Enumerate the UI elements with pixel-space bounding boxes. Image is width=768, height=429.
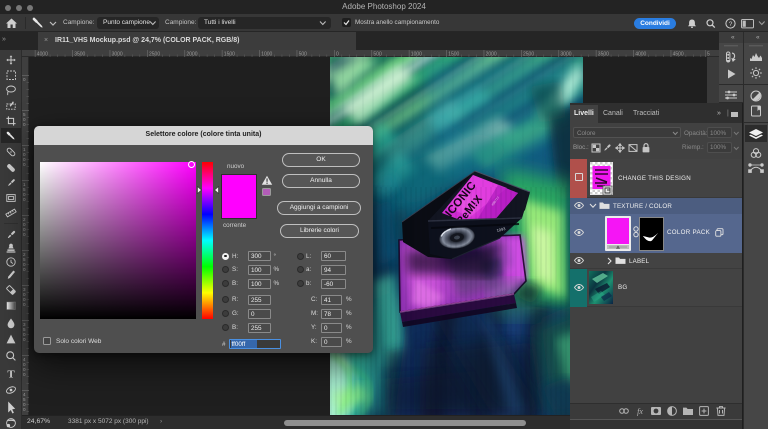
svg-text:?: ? — [729, 21, 733, 28]
svg-text:0: 0 — [23, 407, 26, 412]
svg-text:0: 0 — [23, 372, 26, 377]
svg-text:fx: fx — [637, 407, 643, 416]
svg-text:0: 0 — [23, 197, 26, 202]
svg-text:0: 0 — [23, 122, 26, 127]
svg-text:0: 0 — [23, 232, 26, 237]
svg-text:0: 0 — [23, 162, 26, 167]
svg-text:0: 0 — [23, 302, 26, 307]
svg-text:0: 0 — [23, 337, 26, 342]
svg-text:0: 0 — [23, 77, 26, 82]
svg-text:0: 0 — [23, 267, 26, 272]
svg-text:T: T — [7, 369, 15, 381]
